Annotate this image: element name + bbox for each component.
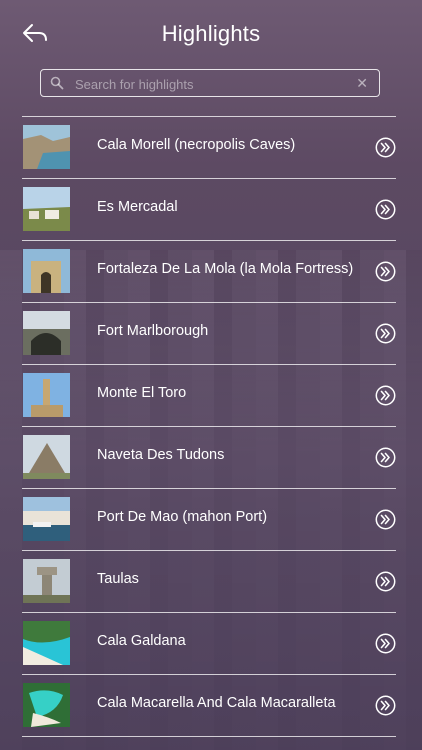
double-chevron-right-icon[interactable] (375, 323, 396, 344)
list-item[interactable]: Fort Marlborough (22, 302, 396, 364)
thumbnail-image (23, 435, 70, 479)
double-chevron-right-icon[interactable] (375, 137, 396, 158)
clear-icon[interactable]: ✕ (356, 75, 368, 91)
search-bar: ✕ (40, 69, 380, 97)
thumbnail-image (23, 249, 70, 293)
thumbnail-image (23, 683, 70, 727)
thumbnail-image (23, 311, 70, 355)
double-chevron-right-icon[interactable] (375, 509, 396, 530)
list-item-label: Port De Mao (mahon Port) (97, 509, 268, 525)
list-item-label: Cala Morell (necropolis Caves) (97, 137, 296, 153)
list-item-label: Cala Galdana (97, 633, 186, 649)
double-chevron-right-icon[interactable] (375, 695, 396, 716)
highlights-list: Cala Morell (necropolis Caves) Es Mercad… (22, 116, 396, 737)
list-item-label: Es Mercadal (97, 199, 178, 215)
thumbnail-image (23, 497, 70, 541)
thumbnail-image (23, 187, 70, 231)
list-item-label: Naveta Des Tudons (97, 447, 225, 463)
search-icon (50, 76, 64, 90)
double-chevron-right-icon[interactable] (375, 447, 396, 468)
list-item-label: Monte El Toro (97, 385, 187, 401)
header: Highlights (0, 0, 422, 66)
thumbnail-image (23, 125, 70, 169)
thumbnail-image (23, 559, 70, 603)
list-item[interactable]: Fortaleza De La Mola (la Mola Fortress) (22, 240, 396, 302)
list-item[interactable]: Cala Macarella And Cala Macaralleta (22, 674, 396, 737)
double-chevron-right-icon[interactable] (375, 261, 396, 282)
list-item-label: Cala Macarella And Cala Macaralleta (97, 695, 336, 711)
page-title: Highlights (161, 21, 261, 46)
double-chevron-right-icon[interactable] (375, 385, 396, 406)
double-chevron-right-icon[interactable] (375, 633, 396, 654)
thumbnail-image (23, 373, 70, 417)
list-item[interactable]: Port De Mao (mahon Port) (22, 488, 396, 550)
thumbnail-image (23, 621, 70, 665)
list-item-label: Fortaleza De La Mola (la Mola Fortress) (97, 261, 354, 277)
search-input[interactable] (73, 73, 347, 95)
list-item[interactable]: Monte El Toro (22, 364, 396, 426)
list-item[interactable]: Taulas (22, 550, 396, 612)
list-item[interactable]: Naveta Des Tudons (22, 426, 396, 488)
list-item-label: Fort Marlborough (97, 323, 209, 339)
list-item-label: Taulas (97, 571, 139, 587)
list-item[interactable]: Cala Morell (necropolis Caves) (22, 116, 396, 178)
double-chevron-right-icon[interactable] (375, 571, 396, 592)
double-chevron-right-icon[interactable] (375, 199, 396, 220)
list-item[interactable]: Es Mercadal (22, 178, 396, 240)
list-item[interactable]: Cala Galdana (22, 612, 396, 674)
